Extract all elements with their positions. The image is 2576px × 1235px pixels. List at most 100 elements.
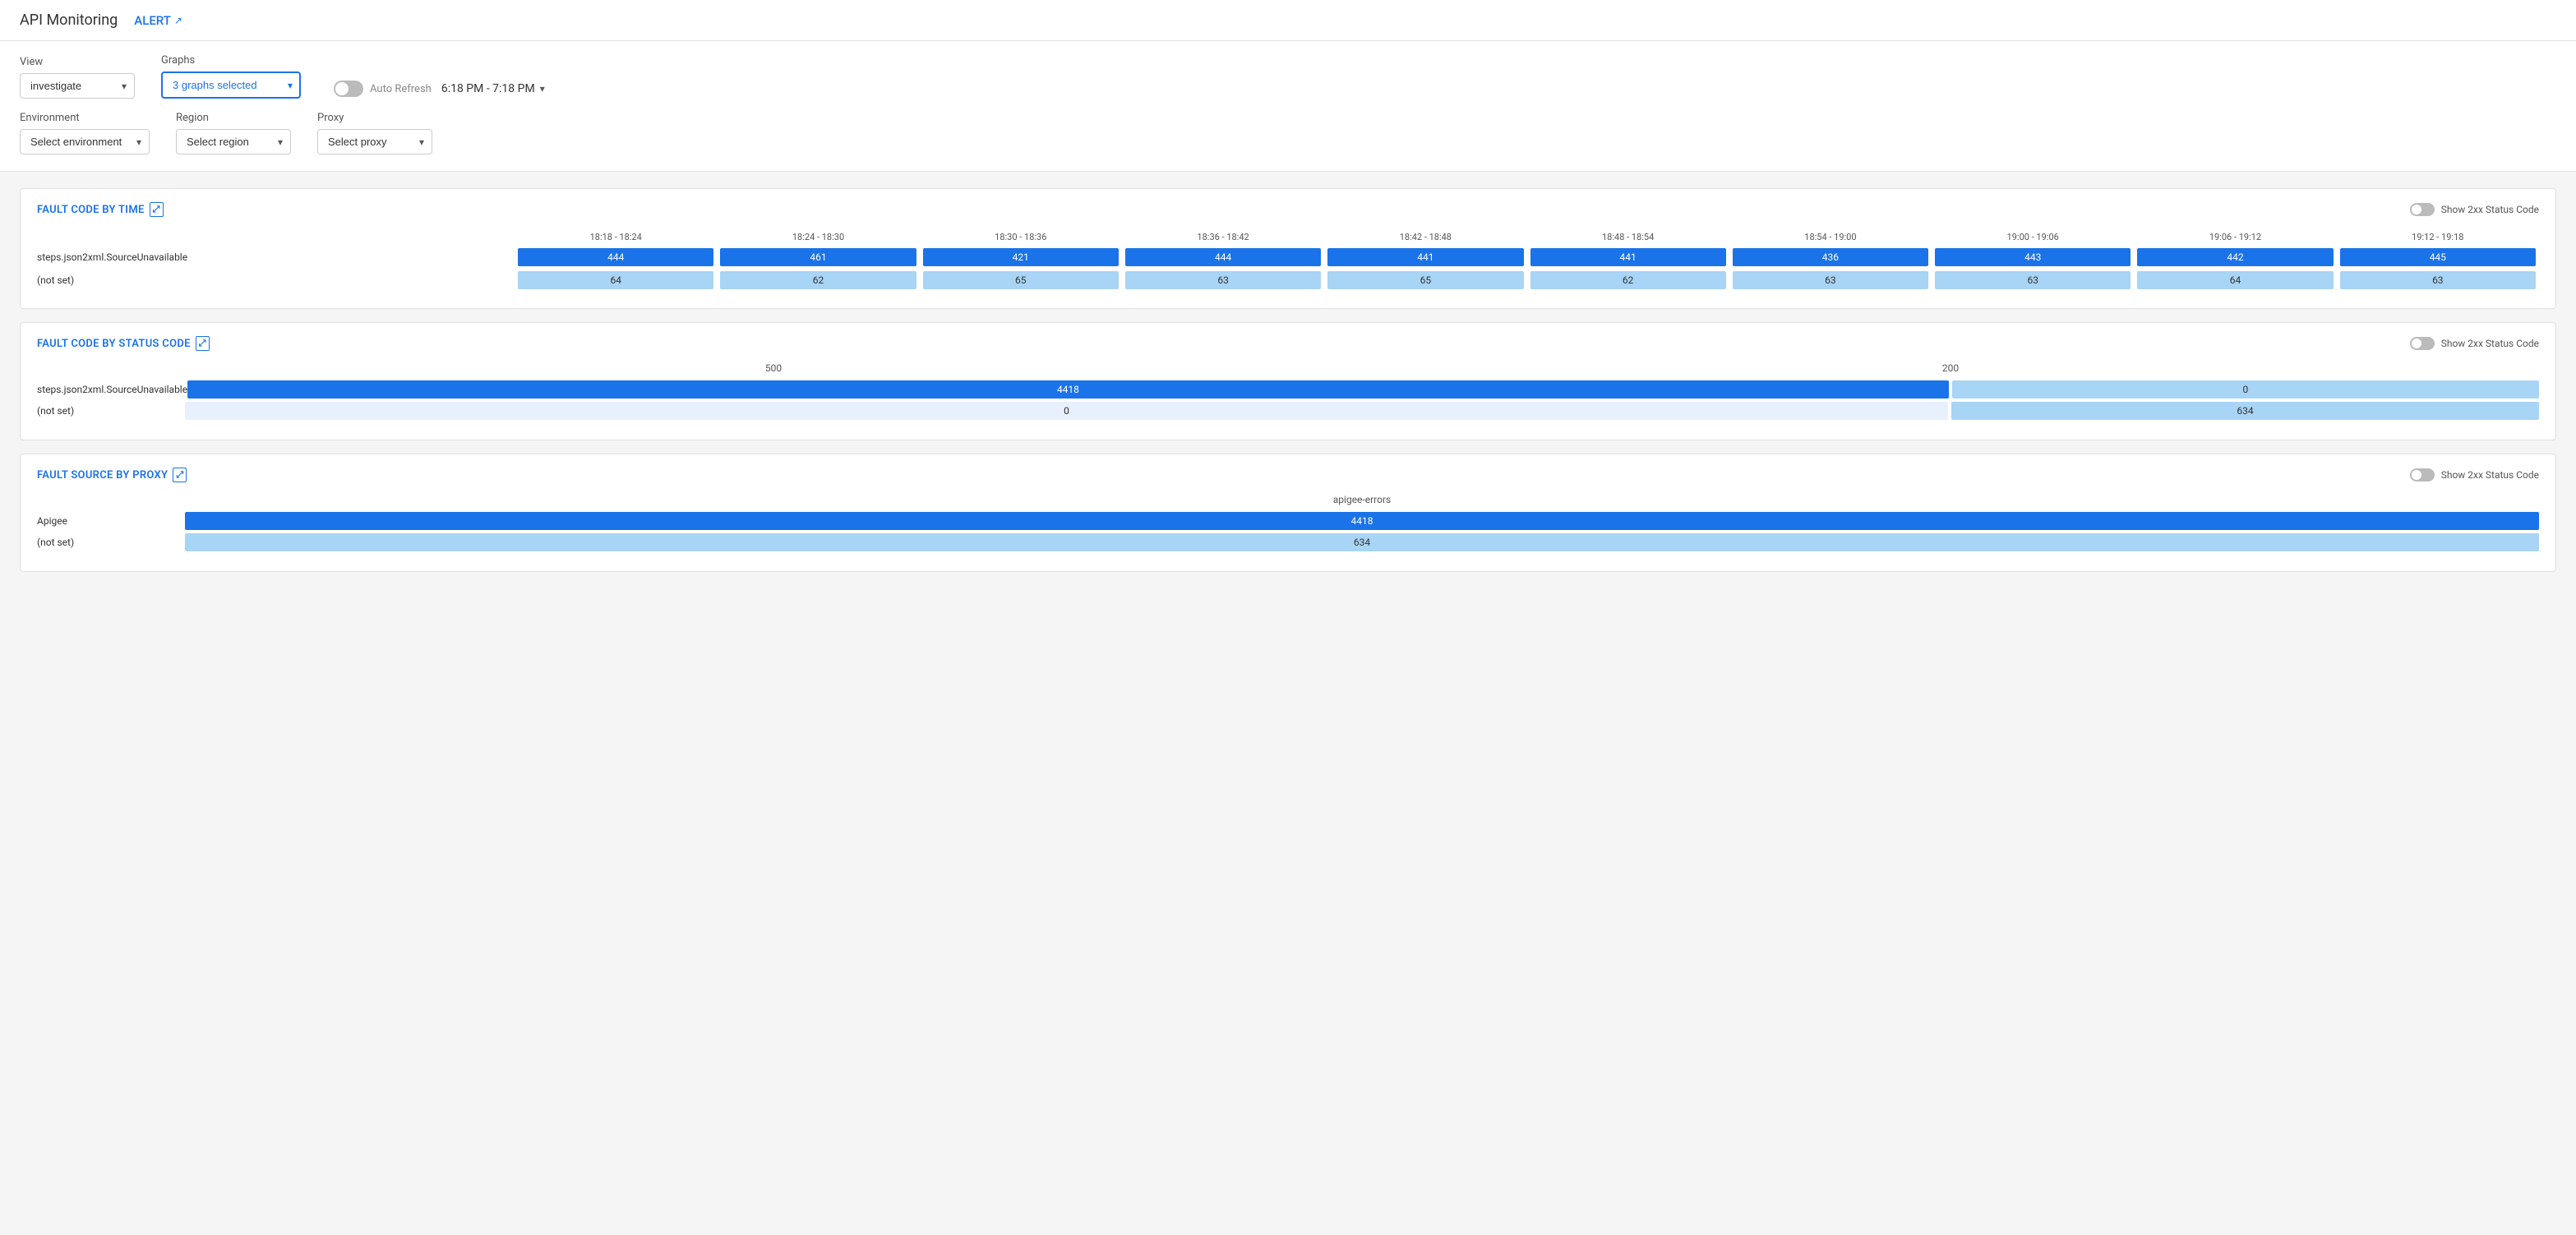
- controls-row-1: View investigate standard ▾ Graphs 3 gra…: [20, 54, 2556, 99]
- time-data-table: 18:18 - 18:2418:24 - 18:3018:30 - 18:361…: [37, 228, 2539, 292]
- time-col-header-4: 18:42 - 18:48: [1324, 228, 1526, 246]
- cell-bar: 444: [1125, 248, 1321, 266]
- list-item: Apigee4418: [37, 512, 2539, 530]
- time-range-picker[interactable]: 6:18 PM - 7:18 PM ▾: [441, 82, 545, 95]
- cell-1-3: 63: [1122, 269, 1324, 292]
- show-2xx-knob-2: [2412, 339, 2421, 348]
- proxy-row-label-1: (not set): [37, 537, 185, 548]
- toggle-knob: [335, 82, 349, 95]
- time-col-header-9: 19:12 - 19:18: [2337, 228, 2539, 246]
- status-bar-1-0: 0: [185, 402, 1948, 420]
- proxy-label: Proxy: [317, 112, 432, 124]
- show-2xx-label-2: Show 2xx Status Code: [2441, 338, 2539, 349]
- cell-1-0: 64: [515, 269, 717, 292]
- region-select[interactable]: Select region: [176, 129, 291, 154]
- cell-0-9: 445: [2337, 246, 2539, 269]
- time-range-chevron-icon: ▾: [540, 83, 545, 94]
- cell-bar: 63: [1733, 271, 1928, 289]
- expand-icon-2[interactable]: ⤢: [196, 336, 210, 351]
- table-row: (not set)64626563656263636463: [37, 269, 2539, 292]
- cell-1-5: 62: [1527, 269, 1729, 292]
- show-2xx-toggle-2[interactable]: [2410, 337, 2435, 350]
- app-title: API Monitoring: [20, 12, 118, 29]
- cell-0-5: 441: [1527, 246, 1729, 269]
- graphs-select[interactable]: 3 graphs selected: [161, 71, 301, 99]
- cell-bar: 62: [1530, 271, 1726, 289]
- cell-bar: 461: [720, 248, 916, 266]
- proxy-row-label-0: Apigee: [37, 515, 185, 527]
- fault-source-by-proxy-card: FAULT SOURCE BY PROXY ⤢ Show 2xx Status …: [20, 454, 2556, 572]
- fault-source-by-proxy-table: apigee-errorsApigee4418(not set)634: [37, 494, 2539, 551]
- cell-0-7: 443: [1932, 246, 2134, 269]
- show-2xx-knob: [2412, 205, 2421, 214]
- expand-icon-3[interactable]: ⤢: [173, 468, 187, 482]
- show-2xx-toggle-3[interactable]: [2410, 468, 2435, 482]
- cell-bar: 64: [518, 271, 713, 289]
- main-content: FAULT CODE BY TIME ⤢ Show 2xx Status Cod…: [0, 172, 2576, 588]
- status-col-header-0: 500: [185, 362, 1362, 374]
- environment-select[interactable]: Select environment: [20, 129, 150, 154]
- cell-bar: 63: [1935, 271, 2131, 289]
- cell-bar: 444: [518, 248, 713, 266]
- auto-refresh-toggle-wrapper: Auto Refresh: [334, 81, 432, 97]
- cell-1-6: 63: [1729, 269, 1932, 292]
- time-col-header-6: 18:54 - 19:00: [1729, 228, 1932, 246]
- auto-refresh-toggle[interactable]: [334, 81, 363, 97]
- cell-bar: 441: [1327, 248, 1523, 266]
- row-label-0: steps.json2xml.SourceUnavailable: [37, 246, 515, 269]
- status-bars-0: 44180: [187, 380, 2539, 399]
- show-2xx-toggle[interactable]: [2410, 203, 2435, 216]
- show-2xx-toggle-area: Show 2xx Status Code: [2410, 203, 2539, 216]
- time-table-header-empty: [37, 228, 515, 246]
- controls-area: View investigate standard ▾ Graphs 3 gra…: [0, 41, 2576, 172]
- list-item: steps.json2xml.SourceUnavailable44180: [37, 380, 2539, 399]
- table-row: steps.json2xml.SourceUnavailable44446142…: [37, 246, 2539, 269]
- graphs-select-wrapper: 3 graphs selected ▾: [161, 71, 301, 99]
- cell-1-1: 62: [717, 269, 919, 292]
- list-item: (not set)0634: [37, 402, 2539, 420]
- proxy-control: Proxy Select proxy ▾: [317, 112, 432, 154]
- time-col-header-3: 18:36 - 18:42: [1122, 228, 1324, 246]
- view-select-wrapper: investigate standard ▾: [20, 73, 135, 99]
- time-col-header-8: 19:06 - 19:12: [2134, 228, 2336, 246]
- cell-0-4: 441: [1324, 246, 1526, 269]
- cell-bar: 63: [2340, 271, 2536, 289]
- status-row-label-0: steps.json2xml.SourceUnavailable: [37, 384, 187, 395]
- status-col-header-1: 200: [1362, 362, 2539, 374]
- view-select[interactable]: investigate standard: [20, 73, 135, 99]
- cell-bar: 65: [923, 271, 1119, 289]
- graphs-control: Graphs 3 graphs selected ▾: [161, 54, 301, 99]
- app-header: API Monitoring ALERT ↗: [0, 0, 2576, 41]
- time-col-header-2: 18:30 - 18:36: [920, 228, 1122, 246]
- time-controls: Auto Refresh 6:18 PM - 7:18 PM ▾: [334, 81, 545, 99]
- proxy-select[interactable]: Select proxy: [317, 129, 432, 154]
- alert-link[interactable]: ALERT ↗: [134, 13, 182, 28]
- cell-bar: 421: [923, 248, 1119, 266]
- cell-bar: 65: [1327, 271, 1523, 289]
- fault-source-by-proxy-header: FAULT SOURCE BY PROXY ⤢ Show 2xx Status …: [37, 468, 2539, 482]
- cell-bar: 64: [2137, 271, 2333, 289]
- cell-bar: 63: [1125, 271, 1321, 289]
- cell-0-1: 461: [717, 246, 919, 269]
- expand-icon[interactable]: ⤢: [150, 202, 164, 217]
- cell-1-9: 63: [2337, 269, 2539, 292]
- fault-code-by-time-title: FAULT CODE BY TIME ⤢: [37, 202, 164, 217]
- region-control: Region Select region ▾: [176, 112, 291, 154]
- cell-1-4: 65: [1324, 269, 1526, 292]
- cell-0-6: 436: [1729, 246, 1932, 269]
- status-bar-0-0: 4418: [187, 380, 1949, 399]
- cell-1-8: 64: [2134, 269, 2336, 292]
- show-2xx-knob-3: [2412, 470, 2421, 480]
- controls-row-2: Environment Select environment ▾ Region …: [20, 112, 2556, 154]
- view-control: View investigate standard ▾: [20, 56, 135, 99]
- time-col-header-0: 18:18 - 18:24: [515, 228, 717, 246]
- environment-select-wrapper: Select environment ▾: [20, 129, 150, 154]
- show-2xx-label: Show 2xx Status Code: [2441, 204, 2539, 215]
- cell-bar: 443: [1935, 248, 2131, 266]
- fault-code-by-status-header: FAULT CODE BY STATUS CODE ⤢ Show 2xx Sta…: [37, 336, 2539, 351]
- time-range-value: 6:18 PM - 7:18 PM: [441, 82, 535, 95]
- cell-bar: 441: [1530, 248, 1726, 266]
- alert-label: ALERT: [134, 13, 171, 28]
- row-label-1: (not set): [37, 269, 515, 292]
- proxy-col-header: apigee-errors: [185, 494, 2539, 505]
